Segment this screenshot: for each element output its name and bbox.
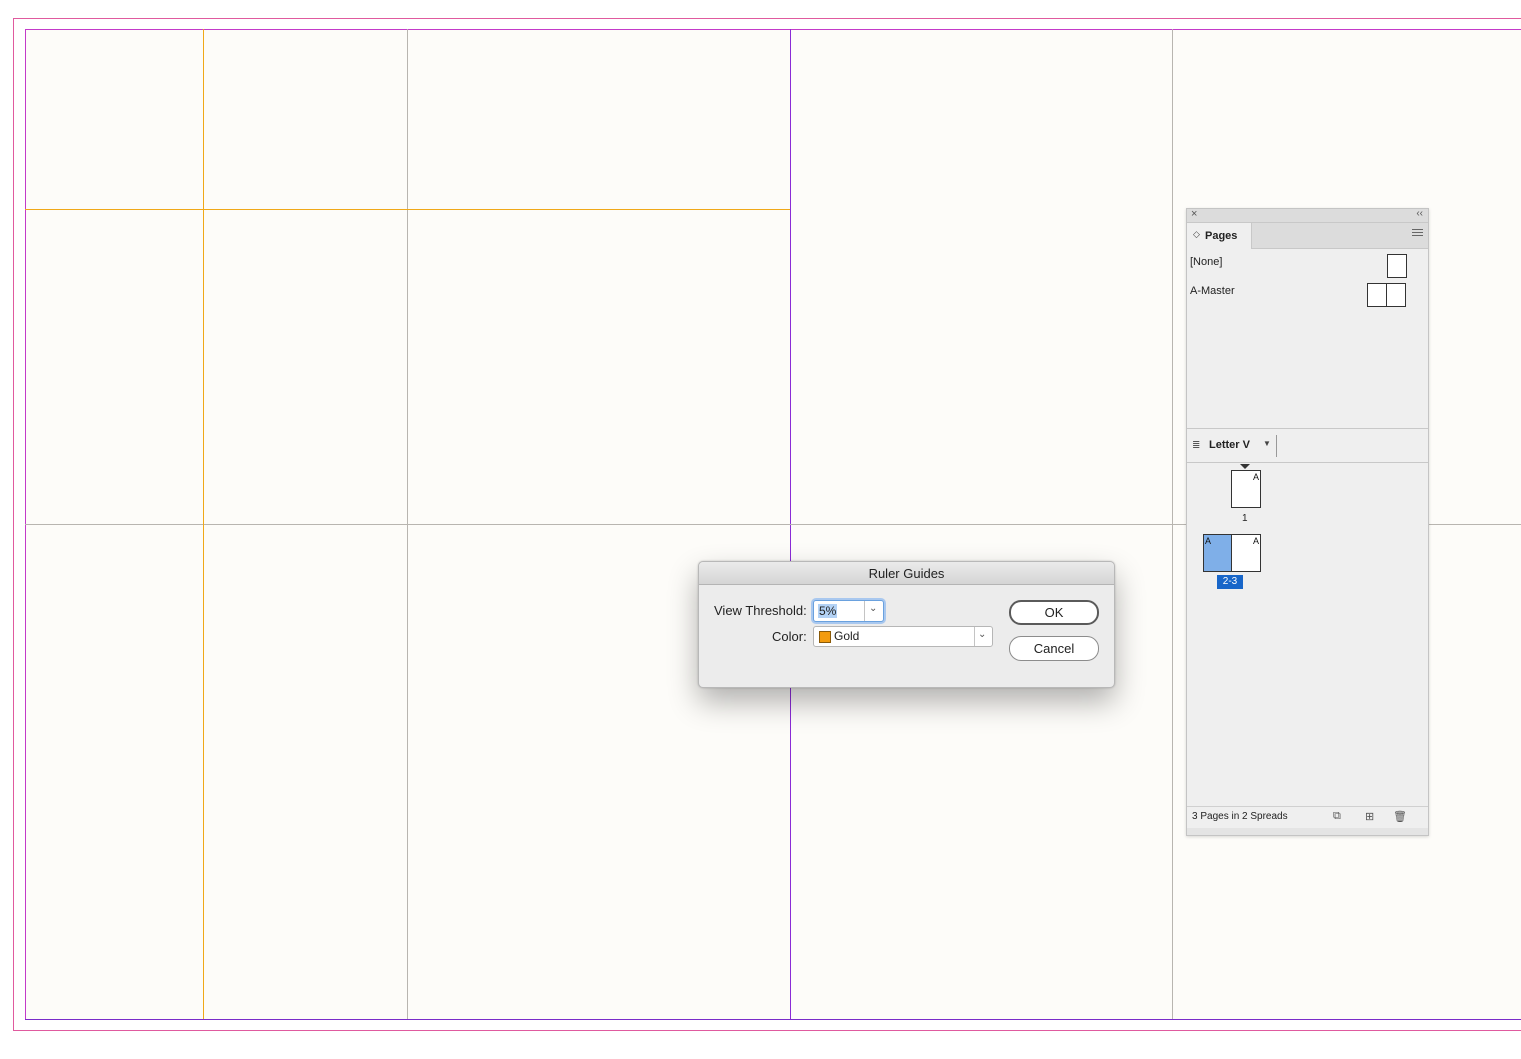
page-size-bar: ≣ Letter V ▼ [1187,430,1428,462]
view-threshold-combobox[interactable]: 5% ⌄ [813,600,884,622]
color-label: Color: [772,629,807,644]
chevron-down-icon[interactable]: ⌄ [978,629,986,640]
new-page-icon[interactable]: ⊞ [1365,810,1374,823]
updown-arrows-icon: ◇ [1193,229,1200,239]
start-page-marker-icon [1240,464,1250,469]
panel-divider [1187,462,1428,463]
panel-resize-grip[interactable] [1187,828,1428,835]
bleed-left-line [13,18,14,1031]
bleed-bottom-line [13,1030,1521,1031]
pages-count-status: 3 Pages in 2 Spreads [1192,811,1288,822]
master-letter: A [1205,536,1212,546]
bleed-top-line [13,18,1521,19]
collapse-icon[interactable]: ‹‹ [1416,208,1423,219]
page-number: 1 [1242,513,1248,524]
select-separator [974,627,975,646]
panel-tab-row: ◇ Pages [1187,223,1428,249]
panel-footer: 3 Pages in 2 Spreads ⧉ ⊞ 🗑︎ [1187,806,1428,829]
close-icon[interactable]: × [1191,208,1197,220]
panel-menu-icon[interactable] [1412,229,1423,239]
cancel-button[interactable]: Cancel [1009,636,1099,661]
combo-separator [864,601,865,621]
tab-pages[interactable]: ◇ Pages [1187,223,1252,249]
size-separator [1276,435,1277,457]
gold-guide-vertical[interactable] [203,29,204,1019]
master-label: A-Master [1190,285,1235,297]
margin-top-line [25,29,1521,30]
chevron-down-icon[interactable]: ▼ [1263,439,1271,448]
master-label: [None] [1190,256,1223,268]
master-none-thumbnail[interactable] [1387,254,1407,278]
master-letter: A [1253,536,1260,546]
chevron-down-icon[interactable]: ⌄ [869,603,877,614]
view-threshold-value[interactable]: 5% [818,604,838,618]
gold-swatch [819,631,831,643]
spread-label-selected[interactable]: 2-3 [1217,575,1243,589]
trash-icon[interactable]: 🗑︎ [1393,810,1407,823]
a-master-left-thumbnail[interactable] [1367,283,1387,307]
master-item-none[interactable]: [None] [1190,256,1222,268]
edit-page-size-icon[interactable]: ⧉ [1333,810,1341,823]
panel-title-bar: × ‹‹ [1187,208,1428,223]
grip-icon: ≣ [1192,440,1201,451]
ok-button[interactable]: OK [1009,600,1099,625]
a-master-right-thumbnail[interactable] [1386,283,1406,307]
gold-guide-horizontal[interactable] [25,209,790,210]
dialog-title: Ruler Guides [699,562,1114,585]
tab-pages-label: Pages [1205,230,1238,242]
master-item-a-master[interactable]: A-Master [1190,285,1235,297]
panel-divider [1187,428,1428,429]
pages-panel: × ‹‹ ◇ Pages [None] A-Master ≣ Letter V … [1186,208,1429,836]
master-letter: A [1253,472,1260,482]
color-dropdown[interactable]: Gold ⌄ [813,626,993,647]
ruler-guides-dialog: Ruler Guides View Threshold: 5% ⌄ Color:… [698,561,1115,688]
view-threshold-label: View Threshold: [714,603,807,618]
color-value: Gold [834,629,860,643]
page-size-dropdown[interactable]: Letter V [1209,439,1250,451]
margin-bottom-line [25,1019,1521,1020]
